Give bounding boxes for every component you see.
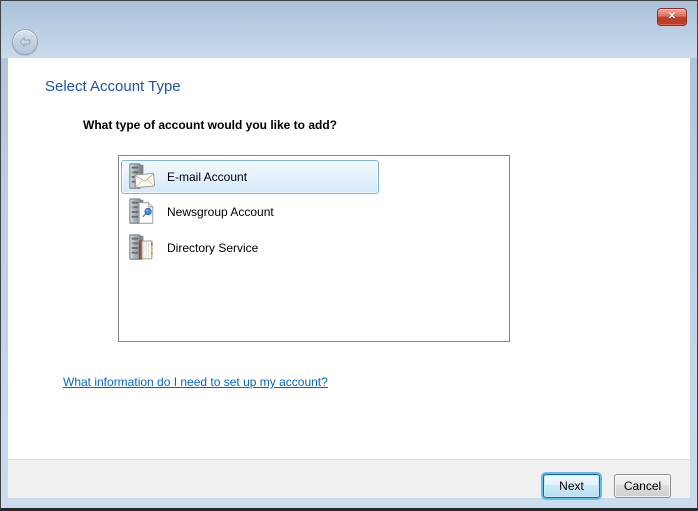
back-arrow-icon: [18, 35, 32, 49]
directory-service-icon: [127, 233, 157, 263]
wizard-window: ✕ Select Account Type What type of accou…: [0, 0, 698, 511]
list-item-label: Directory Service: [167, 241, 258, 255]
next-button[interactable]: Next: [543, 474, 600, 498]
list-item-email-account[interactable]: E-mail Account: [121, 160, 379, 194]
list-item-newsgroup-account[interactable]: Newsgroup Account: [121, 194, 509, 230]
wizard-page: Select Account Type What type of account…: [8, 58, 690, 459]
question-label: What type of account would you like to a…: [83, 118, 337, 132]
back-button[interactable]: [12, 29, 38, 55]
footer-bar: Next Cancel: [8, 459, 690, 498]
cancel-button[interactable]: Cancel: [614, 474, 671, 498]
page-title: Select Account Type: [45, 78, 181, 95]
list-item-directory-service[interactable]: Directory Service: [121, 230, 509, 266]
close-icon: ✕: [668, 11, 676, 22]
newsgroup-account-icon: [127, 197, 157, 227]
list-item-label: E-mail Account: [167, 170, 247, 184]
close-button[interactable]: ✕: [657, 8, 687, 26]
list-item-label: Newsgroup Account: [167, 205, 274, 219]
email-account-icon: [127, 162, 157, 192]
account-type-list[interactable]: E-mail Account Newsgroup Ac: [118, 155, 510, 342]
help-link[interactable]: What information do I need to set up my …: [63, 375, 328, 389]
titlebar: ✕: [1, 1, 697, 58]
